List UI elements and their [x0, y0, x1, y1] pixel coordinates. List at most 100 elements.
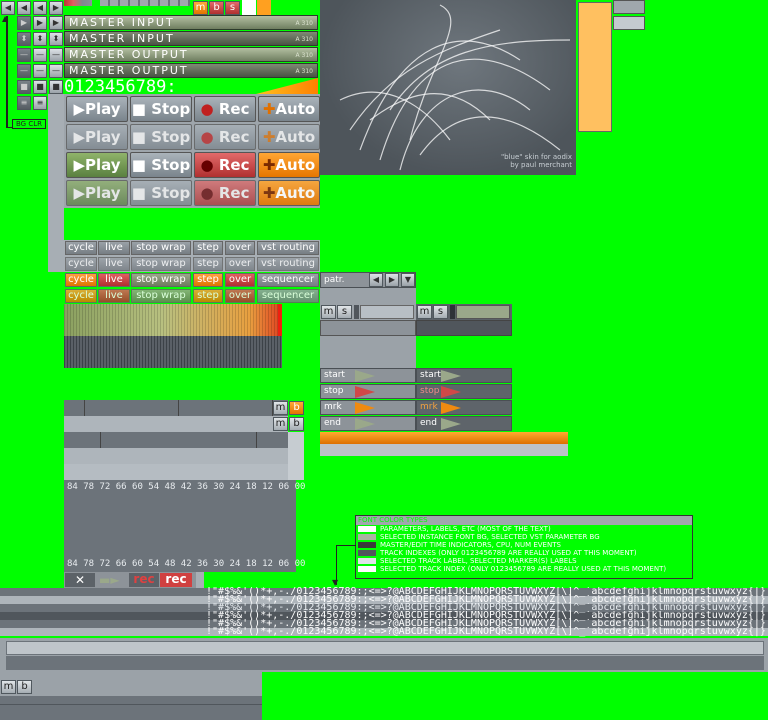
marker-end-selected[interactable]: end	[416, 416, 512, 431]
bottom-m-button[interactable]: m	[1, 680, 16, 694]
updown-icon[interactable]: ⬍	[17, 32, 31, 46]
list-icon[interactable]: ≡	[33, 96, 47, 110]
dropdown-icon[interactable]: ▼	[401, 273, 415, 287]
minus-icon[interactable]: —	[33, 48, 47, 62]
solo-button[interactable]: s	[337, 305, 352, 319]
bottom-b-button[interactable]: b	[17, 680, 32, 694]
top-b-button[interactable]: b	[209, 1, 224, 15]
stop-button[interactable]: ■ Stop	[130, 96, 192, 122]
bottom-scroll-track[interactable]	[6, 641, 764, 655]
minus-icon[interactable]: —	[49, 64, 63, 78]
marker-mrk-selected[interactable]: mrk	[416, 400, 512, 415]
auto-button-active-dimmed[interactable]: ✚Auto	[258, 180, 320, 206]
sequencer-button-dimmed[interactable]: sequencer	[257, 289, 319, 303]
sequencer-button[interactable]: sequencer	[257, 273, 319, 287]
next-pattern-icon[interactable]: ▶	[385, 273, 399, 287]
auto-button[interactable]: ✚Auto	[258, 96, 320, 122]
stop-wrap-button-active[interactable]: stop wrap	[131, 273, 191, 287]
table-m-button[interactable]: m	[273, 401, 288, 415]
stop-wrap-button[interactable]: stop wrap	[131, 241, 191, 255]
over-button-dimmed[interactable]: over	[225, 257, 255, 271]
fader-handle[interactable]	[450, 305, 455, 319]
marker-mrk[interactable]: mrk	[320, 400, 416, 415]
fader-handle[interactable]	[354, 305, 359, 319]
table-scrollbar[interactable]	[288, 432, 304, 480]
cycle-button-active[interactable]: cycle	[65, 273, 97, 287]
step-button-active-dimmed[interactable]: step	[193, 289, 223, 303]
step-button-dimmed[interactable]: step	[193, 257, 223, 271]
master-output-bar[interactable]: MASTER OUTPUT A 310	[64, 63, 318, 78]
close-button[interactable]: ✕	[65, 573, 95, 587]
master-output-bar[interactable]: MASTER OUTPUT A 310	[64, 47, 318, 62]
rec-button-active[interactable]: ● Rec	[194, 152, 256, 178]
live-button-active-dimmed[interactable]: live	[98, 289, 130, 303]
right-arrow-icon[interactable]: ▶	[49, 16, 63, 30]
cycle-button-dimmed[interactable]: cycle	[65, 257, 97, 271]
master-input-bar[interactable]: MASTER INPUT A 310	[64, 15, 318, 30]
minus-icon[interactable]: —	[49, 48, 63, 62]
play-button[interactable]: ▶Play	[66, 96, 128, 122]
rec-button-small-active[interactable]: rec	[160, 573, 192, 587]
left-arrow-icon[interactable]: ◀	[33, 1, 47, 15]
play-button-active[interactable]: ▶Play	[66, 152, 128, 178]
auto-button-active[interactable]: ✚Auto	[258, 152, 320, 178]
arrow-button[interactable]: ▬►	[96, 573, 128, 587]
rec-button[interactable]: ● Rec	[194, 96, 256, 122]
table-b-button[interactable]: b	[289, 401, 304, 415]
marker-start[interactable]: start	[320, 368, 416, 383]
auto-button-dimmed[interactable]: ✚Auto	[258, 124, 320, 150]
stop-button-active-dimmed[interactable]: ■ Stop	[130, 180, 192, 206]
live-button-dimmed[interactable]: live	[98, 257, 130, 271]
table-b-button[interactable]: b	[289, 417, 304, 431]
cycle-button-active-dimmed[interactable]: cycle	[65, 289, 97, 303]
over-button-active-dimmed[interactable]: over	[225, 289, 255, 303]
cycle-button[interactable]: cycle	[65, 241, 97, 255]
step-button[interactable]: step	[193, 241, 223, 255]
top-s-button[interactable]: s	[225, 1, 240, 15]
mute-button-selected[interactable]: m	[417, 305, 432, 319]
rec-button-small[interactable]: rec	[129, 573, 159, 587]
right-arrow-icon[interactable]: ▶	[49, 1, 63, 15]
live-button[interactable]: live	[98, 241, 130, 255]
marker-start-selected[interactable]: start	[416, 368, 512, 383]
table-m-button[interactable]: m	[273, 417, 288, 431]
square-icon[interactable]: ■	[17, 80, 31, 94]
white-swatch	[242, 0, 256, 16]
top-m-button[interactable]: m	[193, 1, 208, 15]
rec-button-active-dimmed[interactable]: ● Rec	[194, 180, 256, 206]
rec-button-dimmed[interactable]: ● Rec	[194, 124, 256, 150]
marker-stop[interactable]: stop	[320, 384, 416, 399]
stop-wrap-button-active-dimmed[interactable]: stop wrap	[131, 289, 191, 303]
mute-button[interactable]: m	[321, 305, 336, 319]
track-name-field-selected[interactable]	[456, 305, 510, 319]
live-button-active[interactable]: live	[98, 273, 130, 287]
square-icon[interactable]: ■	[33, 80, 47, 94]
play-icon[interactable]: ▶	[17, 16, 31, 30]
step-button-active[interactable]: step	[193, 273, 223, 287]
over-button-active[interactable]: over	[225, 273, 255, 287]
right-arrow-icon[interactable]: ▶	[33, 16, 47, 30]
play-button-dimmed[interactable]: ▶Play	[66, 124, 128, 150]
solo-button-selected[interactable]: s	[433, 305, 448, 319]
over-button[interactable]: over	[225, 241, 255, 255]
minus-icon[interactable]: —	[17, 64, 31, 78]
list-icon[interactable]: ≡	[17, 96, 31, 110]
marker-stop-selected[interactable]: stop	[416, 384, 512, 399]
vst-routing-button-dimmed[interactable]: vst routing	[257, 257, 319, 271]
left-arrow-icon[interactable]: ◀	[17, 1, 31, 15]
track-name-field[interactable]	[360, 305, 414, 319]
prev-pattern-icon[interactable]: ◀	[369, 273, 383, 287]
stop-wrap-button-dimmed[interactable]: stop wrap	[131, 257, 191, 271]
play-button-active-dimmed[interactable]: ▶Play	[66, 180, 128, 206]
minus-icon[interactable]: —	[17, 48, 31, 62]
vst-routing-button[interactable]: vst routing	[257, 241, 319, 255]
left-arrow-icon[interactable]: ◀	[1, 1, 15, 15]
stop-button-active[interactable]: ■ Stop	[130, 152, 192, 178]
updown-icon[interactable]: ⬍	[33, 32, 47, 46]
minus-icon[interactable]: —	[33, 64, 47, 78]
square-icon[interactable]: ■	[49, 80, 63, 94]
marker-end[interactable]: end	[320, 416, 416, 431]
stop-button-dimmed[interactable]: ■ Stop	[130, 124, 192, 150]
updown-icon[interactable]: ⬍	[49, 32, 63, 46]
master-input-bar[interactable]: MASTER INPUT A 310	[64, 31, 318, 46]
